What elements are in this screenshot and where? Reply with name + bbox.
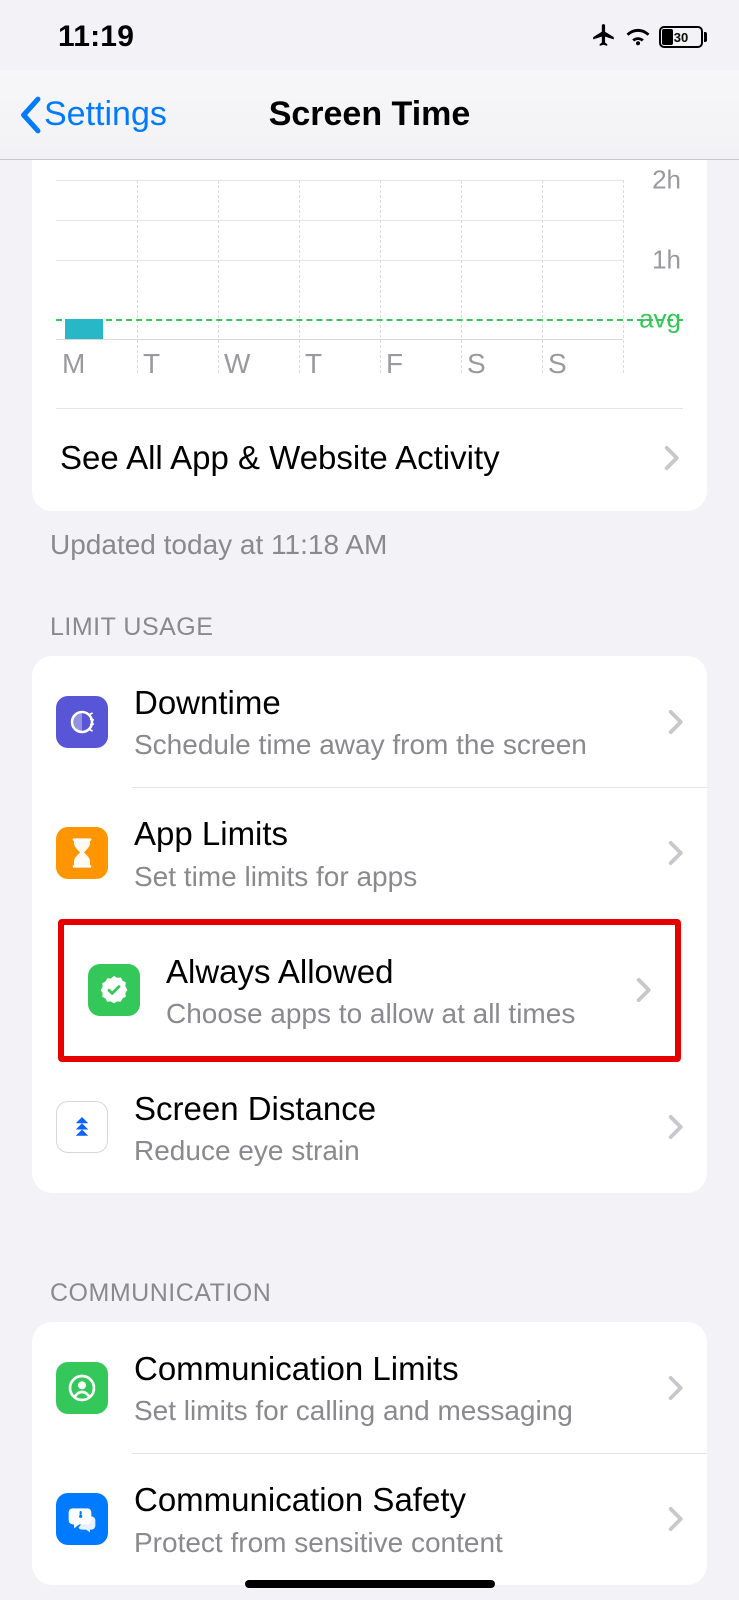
hourglass-icon — [56, 827, 108, 879]
see-all-activity-label: See All App & Website Activity — [60, 439, 500, 477]
row-subtitle: Schedule time away from the screen — [134, 729, 657, 761]
y-tick-label: 2h — [652, 165, 681, 196]
person-circle-icon — [56, 1362, 108, 1414]
x-tick-label: T — [137, 348, 218, 380]
chat-alert-icon — [56, 1493, 108, 1545]
see-all-activity-row[interactable]: See All App & Website Activity — [32, 409, 707, 511]
activity-updated-label: Updated today at 11:18 AM — [0, 511, 739, 561]
x-tick-label: F — [380, 348, 461, 380]
highlight-always-allowed: Always Allowed Choose apps to allow at a… — [58, 919, 681, 1062]
chevron-right-icon — [667, 1114, 683, 1140]
back-button[interactable]: Settings — [0, 95, 167, 134]
row-subtitle: Reduce eye strain — [134, 1135, 657, 1167]
row-downtime[interactable]: Downtime Schedule time away from the scr… — [32, 656, 707, 787]
row-subtitle: Protect from sensitive content — [134, 1527, 657, 1559]
limit-usage-card: Downtime Schedule time away from the scr… — [32, 656, 707, 1193]
status-bar: 11:19 30 — [0, 0, 739, 70]
y-tick-label: 1h — [652, 244, 681, 275]
nav-header: Settings Screen Time — [0, 70, 739, 160]
row-title: Screen Distance — [134, 1088, 657, 1129]
row-app-limits[interactable]: App Limits Set time limits for apps — [32, 787, 707, 918]
wifi-icon — [625, 24, 651, 51]
row-screen-distance[interactable]: Screen Distance Reduce eye strain — [32, 1062, 707, 1193]
section-label-communication: COMMUNICATION — [0, 1279, 739, 1322]
row-title: Always Allowed — [166, 951, 625, 992]
battery-percent: 30 — [661, 30, 701, 45]
x-tick-label: W — [218, 348, 299, 380]
battery-icon: 30 — [659, 26, 707, 48]
screen-distance-icon — [56, 1101, 108, 1153]
chevron-right-icon — [667, 709, 683, 735]
usage-chart: 1h2havg MTWTFSS — [32, 160, 707, 409]
airplane-mode-icon — [591, 22, 617, 53]
status-time: 11:19 — [58, 20, 134, 54]
row-always-allowed[interactable]: Always Allowed Choose apps to allow at a… — [64, 925, 675, 1056]
activity-card: 1h2havg MTWTFSS See All App & Website Ac… — [32, 160, 707, 511]
chevron-right-icon — [663, 445, 679, 471]
home-indicator[interactable] — [245, 1580, 495, 1588]
check-seal-icon — [88, 964, 140, 1016]
row-title: Downtime — [134, 682, 657, 723]
section-label-limit-usage: LIMIT USAGE — [0, 613, 739, 656]
row-communication-limits[interactable]: Communication Limits Set limits for call… — [32, 1322, 707, 1453]
avg-label: avg — [639, 304, 681, 335]
chevron-right-icon — [667, 1375, 683, 1401]
back-label: Settings — [44, 95, 167, 134]
chevron-right-icon — [667, 840, 683, 866]
row-title: Communication Safety — [134, 1479, 657, 1520]
x-tick-label: M — [56, 348, 137, 380]
chevron-left-icon — [18, 96, 42, 134]
row-subtitle: Choose apps to allow at all times — [166, 998, 625, 1030]
row-subtitle: Set time limits for apps — [134, 861, 657, 893]
status-indicators: 30 — [591, 22, 707, 53]
row-title: App Limits — [134, 813, 657, 854]
x-tick-label: S — [461, 348, 542, 380]
row-title: Communication Limits — [134, 1348, 657, 1389]
x-tick-label: T — [299, 348, 380, 380]
downtime-icon — [56, 696, 108, 748]
usage-bar — [65, 319, 103, 339]
chevron-right-icon — [635, 977, 651, 1003]
x-tick-label: S — [542, 348, 623, 380]
chevron-right-icon — [667, 1506, 683, 1532]
row-communication-safety[interactable]: Communication Safety Protect from sensit… — [32, 1453, 707, 1584]
row-subtitle: Set limits for calling and messaging — [134, 1395, 657, 1427]
communication-card: Communication Limits Set limits for call… — [32, 1322, 707, 1585]
